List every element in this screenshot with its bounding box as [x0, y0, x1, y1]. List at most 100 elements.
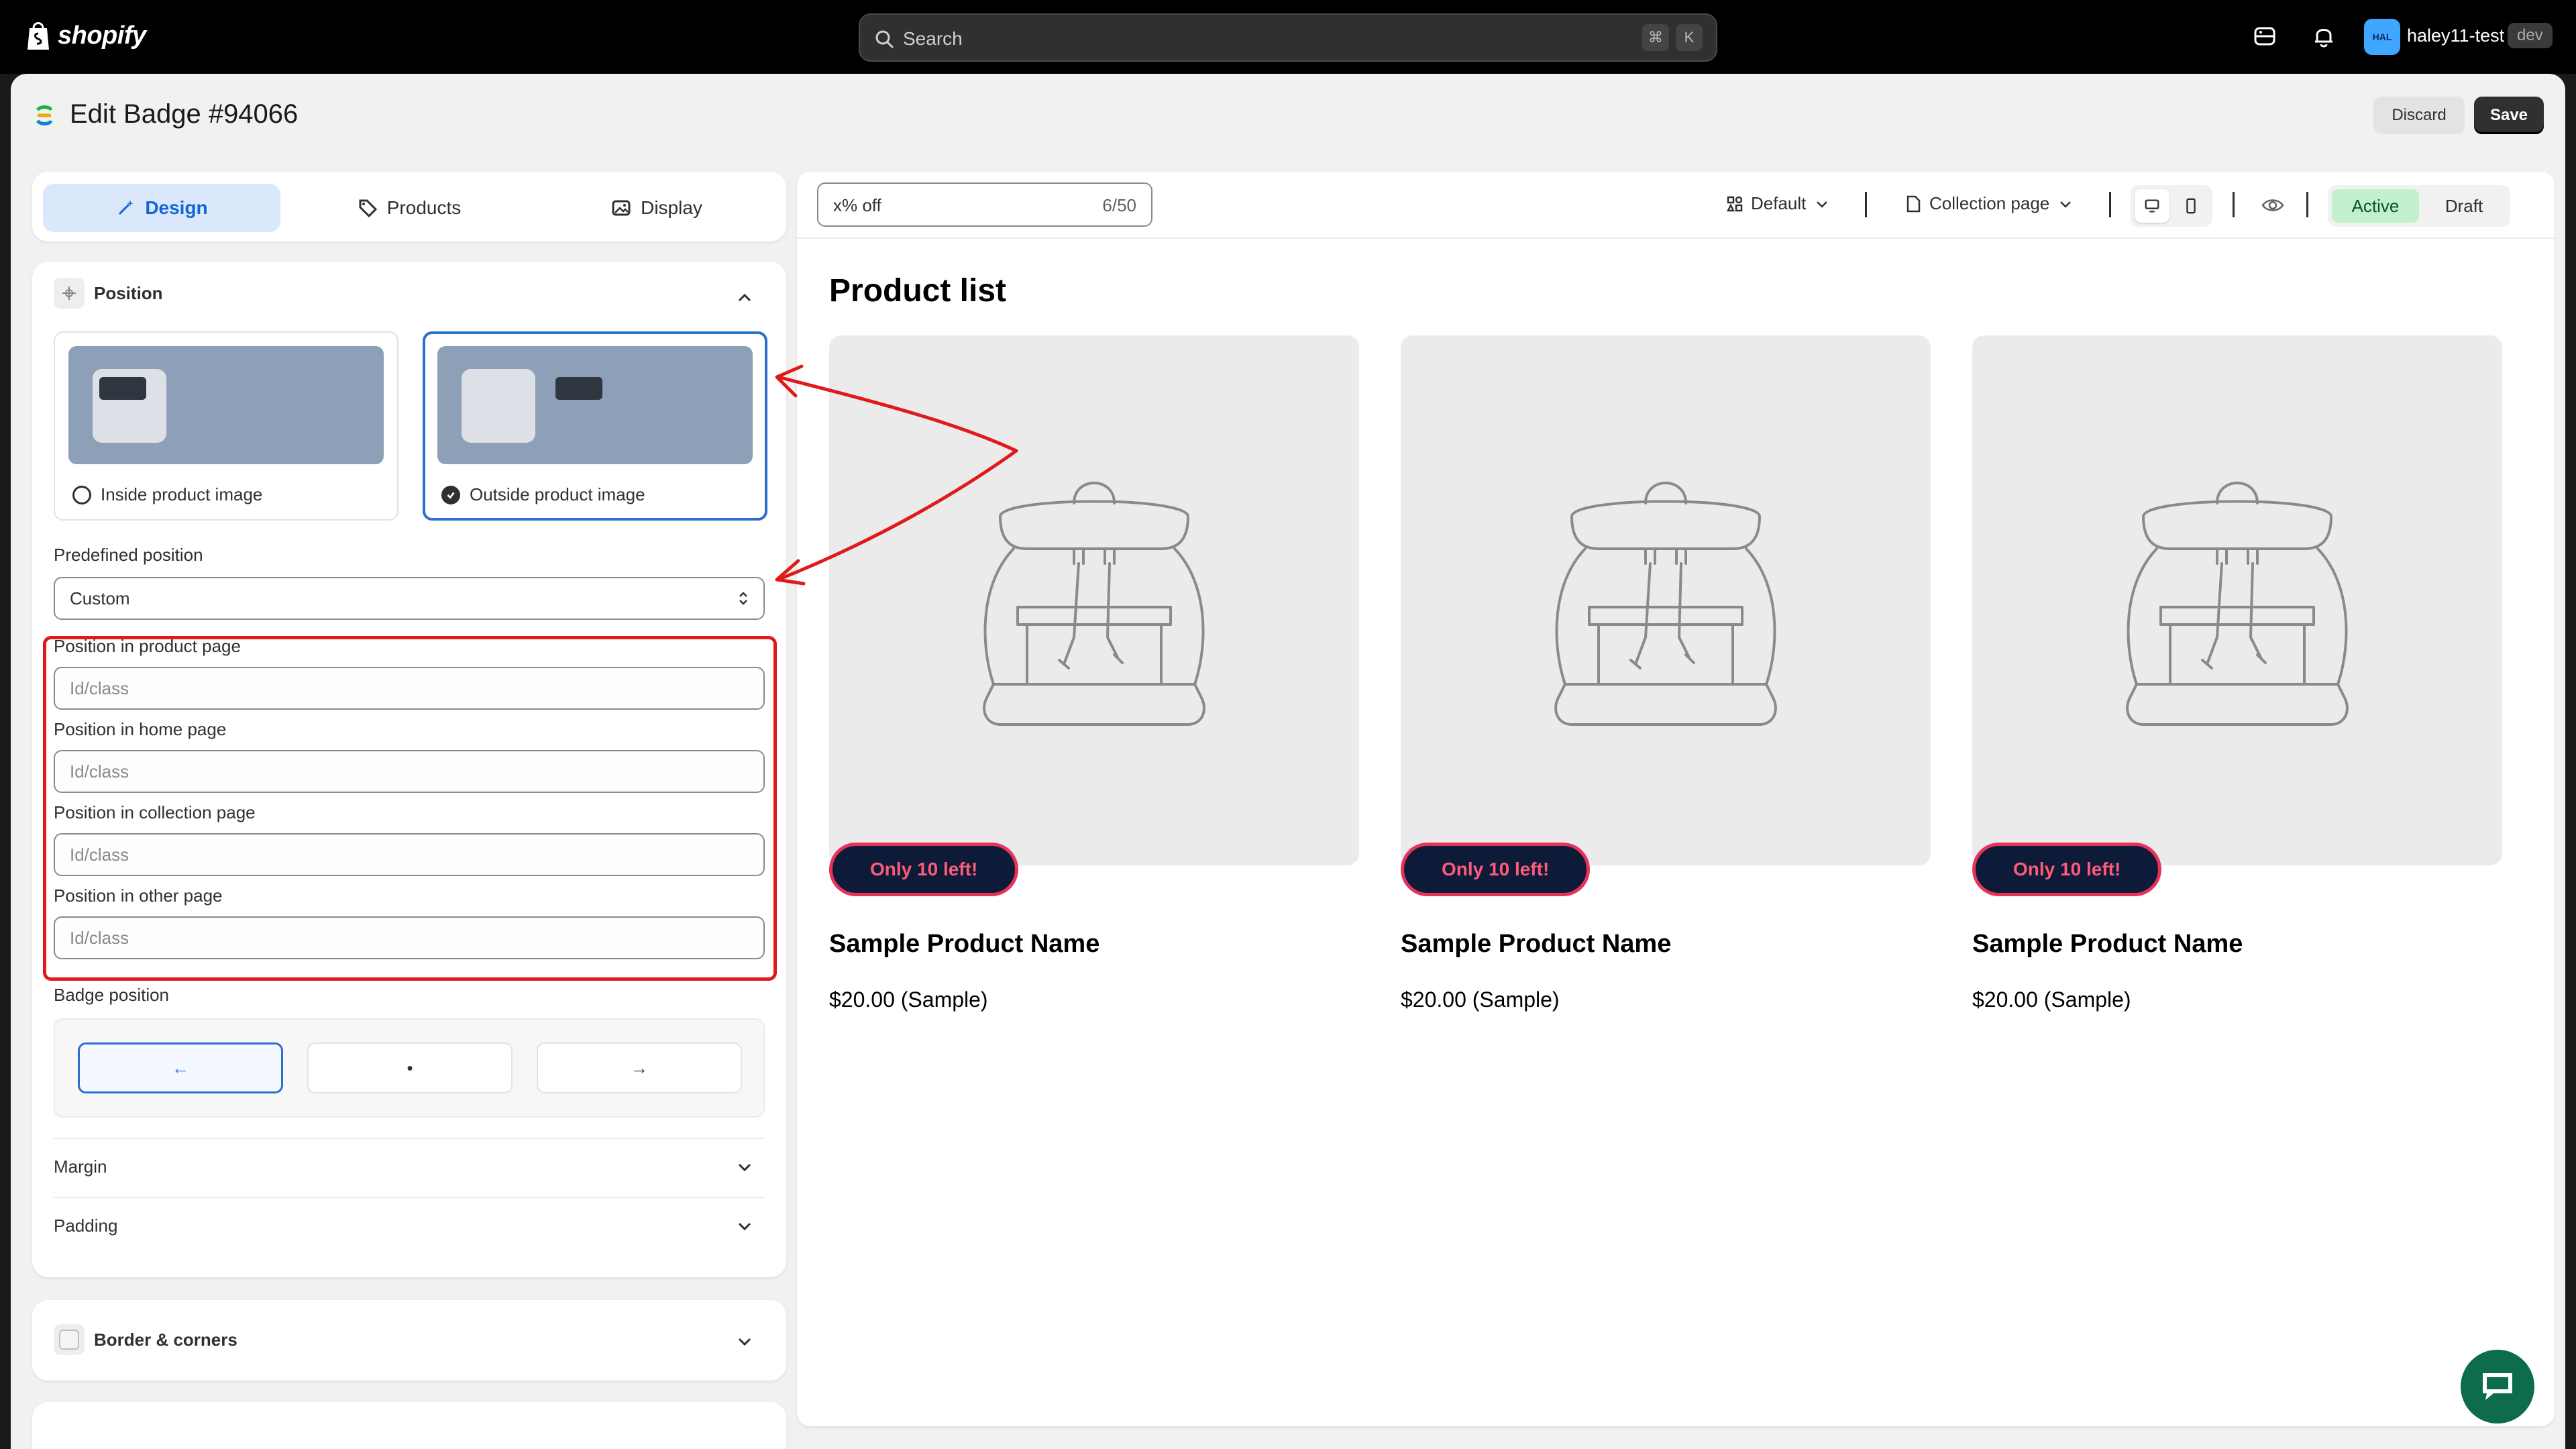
backpack-icon: [1554, 482, 1777, 726]
radio-unchecked[interactable]: [72, 485, 91, 504]
border-section-title: Border & corners: [94, 1329, 237, 1350]
predefined-position-select[interactable]: Custom: [54, 577, 765, 620]
chat-button[interactable]: [2461, 1350, 2534, 1424]
mobile-view-button[interactable]: [2174, 189, 2208, 223]
border-corners-card[interactable]: Border & corners: [32, 1300, 786, 1381]
badge-position-label: Badge position: [54, 985, 170, 1005]
next-section-card: [32, 1402, 786, 1449]
chevron-down-icon: [2060, 201, 2072, 208]
position-settings-card: Position Inside product image Outside pr…: [32, 262, 786, 1277]
store-name[interactable]: haley11-test: [2407, 25, 2504, 46]
preview-panel: x% off 6/50 Default Collection page Acti…: [797, 172, 2555, 1426]
product-list-title: Product list: [829, 273, 1007, 309]
chevron-down-icon: [1817, 201, 1828, 208]
page-type-dropdown[interactable]: Collection page: [1904, 193, 2075, 214]
product-name[interactable]: Sample Product Name: [1972, 930, 2243, 959]
checkbox-icon: [54, 1324, 85, 1355]
badge-shape: [555, 377, 602, 400]
badge-text-value: x% off: [833, 195, 881, 215]
crosshair-icon: [54, 278, 85, 309]
stock-badge: Only 10 left!: [829, 843, 1019, 896]
dot-icon: •: [407, 1057, 413, 1078]
chevron-down-icon[interactable]: [734, 1157, 755, 1178]
align-center-button[interactable]: •: [307, 1042, 513, 1093]
product-name[interactable]: Sample Product Name: [829, 930, 1099, 959]
position-section-header[interactable]: Position: [54, 278, 163, 309]
separator: [2233, 192, 2235, 217]
top-bar: shopify Search ⌘ K HAL haley11-test dev: [0, 0, 2576, 74]
page-icon: [1907, 195, 1921, 212]
shopify-logo[interactable]: shopify: [25, 20, 146, 51]
active-status-button[interactable]: Active: [2332, 189, 2419, 223]
app-icon: [32, 103, 56, 127]
radio-checked-icon[interactable]: [441, 485, 460, 504]
product-image: [1972, 335, 2502, 865]
theme-dropdown[interactable]: Default: [1725, 193, 1831, 214]
tab-label: Display: [641, 197, 702, 218]
eye-icon[interactable]: [2261, 193, 2285, 217]
tabs-card: Design Products Display: [32, 172, 786, 241]
theme-label: Default: [1751, 193, 1807, 213]
product-name[interactable]: Sample Product Name: [1401, 930, 1671, 959]
avatar[interactable]: HAL: [2364, 19, 2400, 55]
chat-bubble-icon: [2483, 1373, 2512, 1400]
search-icon: [875, 30, 894, 49]
chevron-down-icon[interactable]: [734, 1216, 755, 1237]
border-section-header[interactable]: Border & corners: [54, 1324, 237, 1355]
app-logo-icon: [36, 105, 53, 125]
search-placeholder: Search: [903, 28, 963, 49]
badge-position-group: ← • →: [54, 1018, 765, 1118]
draft-status-button[interactable]: Draft: [2422, 189, 2506, 223]
align-right-button[interactable]: →: [537, 1042, 742, 1093]
option-label: Inside product image: [101, 484, 263, 504]
outside-preview-image: [437, 346, 753, 464]
divider: [54, 1197, 765, 1198]
option-inside-product-image[interactable]: Inside product image: [54, 331, 398, 521]
separator: [2306, 192, 2308, 217]
stock-badge: Only 10 left!: [1401, 843, 1591, 896]
desktop-view-button[interactable]: [2135, 189, 2169, 223]
annotation-highlight-box: [43, 636, 777, 981]
device-toggle: [2131, 185, 2212, 227]
theme-icon: [1726, 196, 1743, 211]
badge-shape: [99, 377, 146, 400]
shortcut-cmd-key: ⌘: [1642, 24, 1669, 51]
shopping-bag-icon: [28, 22, 49, 50]
chevron-down-icon[interactable]: [734, 1331, 755, 1352]
mobile-icon: [2186, 198, 2196, 214]
stock-badge: Only 10 left!: [1972, 843, 2162, 896]
save-button[interactable]: Save: [2474, 97, 2544, 134]
tab-display[interactable]: Display: [538, 184, 775, 232]
shortcut-k-key: K: [1676, 24, 1703, 51]
desktop-icon: [2145, 199, 2159, 213]
product-price: $20.00 (Sample): [1972, 987, 2131, 1012]
backpack-icon: [983, 482, 1205, 726]
product-image: [829, 335, 1359, 865]
separator: [1865, 192, 1867, 217]
select-arrows-icon: [739, 592, 747, 605]
thumbnail-shape: [462, 369, 535, 443]
bell-icon[interactable]: [2310, 23, 2337, 50]
margin-row[interactable]: Margin: [54, 1157, 765, 1177]
magic-wand-icon: [119, 200, 134, 215]
separator: [2109, 192, 2111, 217]
storage-icon[interactable]: [2251, 23, 2278, 50]
badge-text-input[interactable]: x% off 6/50: [817, 182, 1152, 227]
option-label-row: Outside product image: [441, 484, 645, 505]
backpack-icon: [2126, 482, 2349, 726]
search-bar[interactable]: Search ⌘ K: [859, 13, 1717, 62]
image-icon: [612, 200, 631, 216]
discard-button[interactable]: Discard: [2373, 97, 2465, 134]
chevron-up-icon[interactable]: [734, 287, 755, 309]
tag-icon: [359, 199, 377, 218]
tab-design[interactable]: Design: [43, 184, 280, 232]
arrow-left-icon: ←: [172, 1057, 189, 1078]
margin-label: Margin: [54, 1157, 107, 1177]
tab-products[interactable]: Products: [290, 184, 528, 232]
padding-label: Padding: [54, 1216, 118, 1236]
padding-row[interactable]: Padding: [54, 1216, 765, 1236]
align-left-button[interactable]: ←: [78, 1042, 283, 1093]
page-type-label: Collection page: [1929, 193, 2050, 213]
option-outside-product-image[interactable]: Outside product image: [423, 331, 767, 521]
predefined-position-label: Predefined position: [54, 545, 203, 565]
